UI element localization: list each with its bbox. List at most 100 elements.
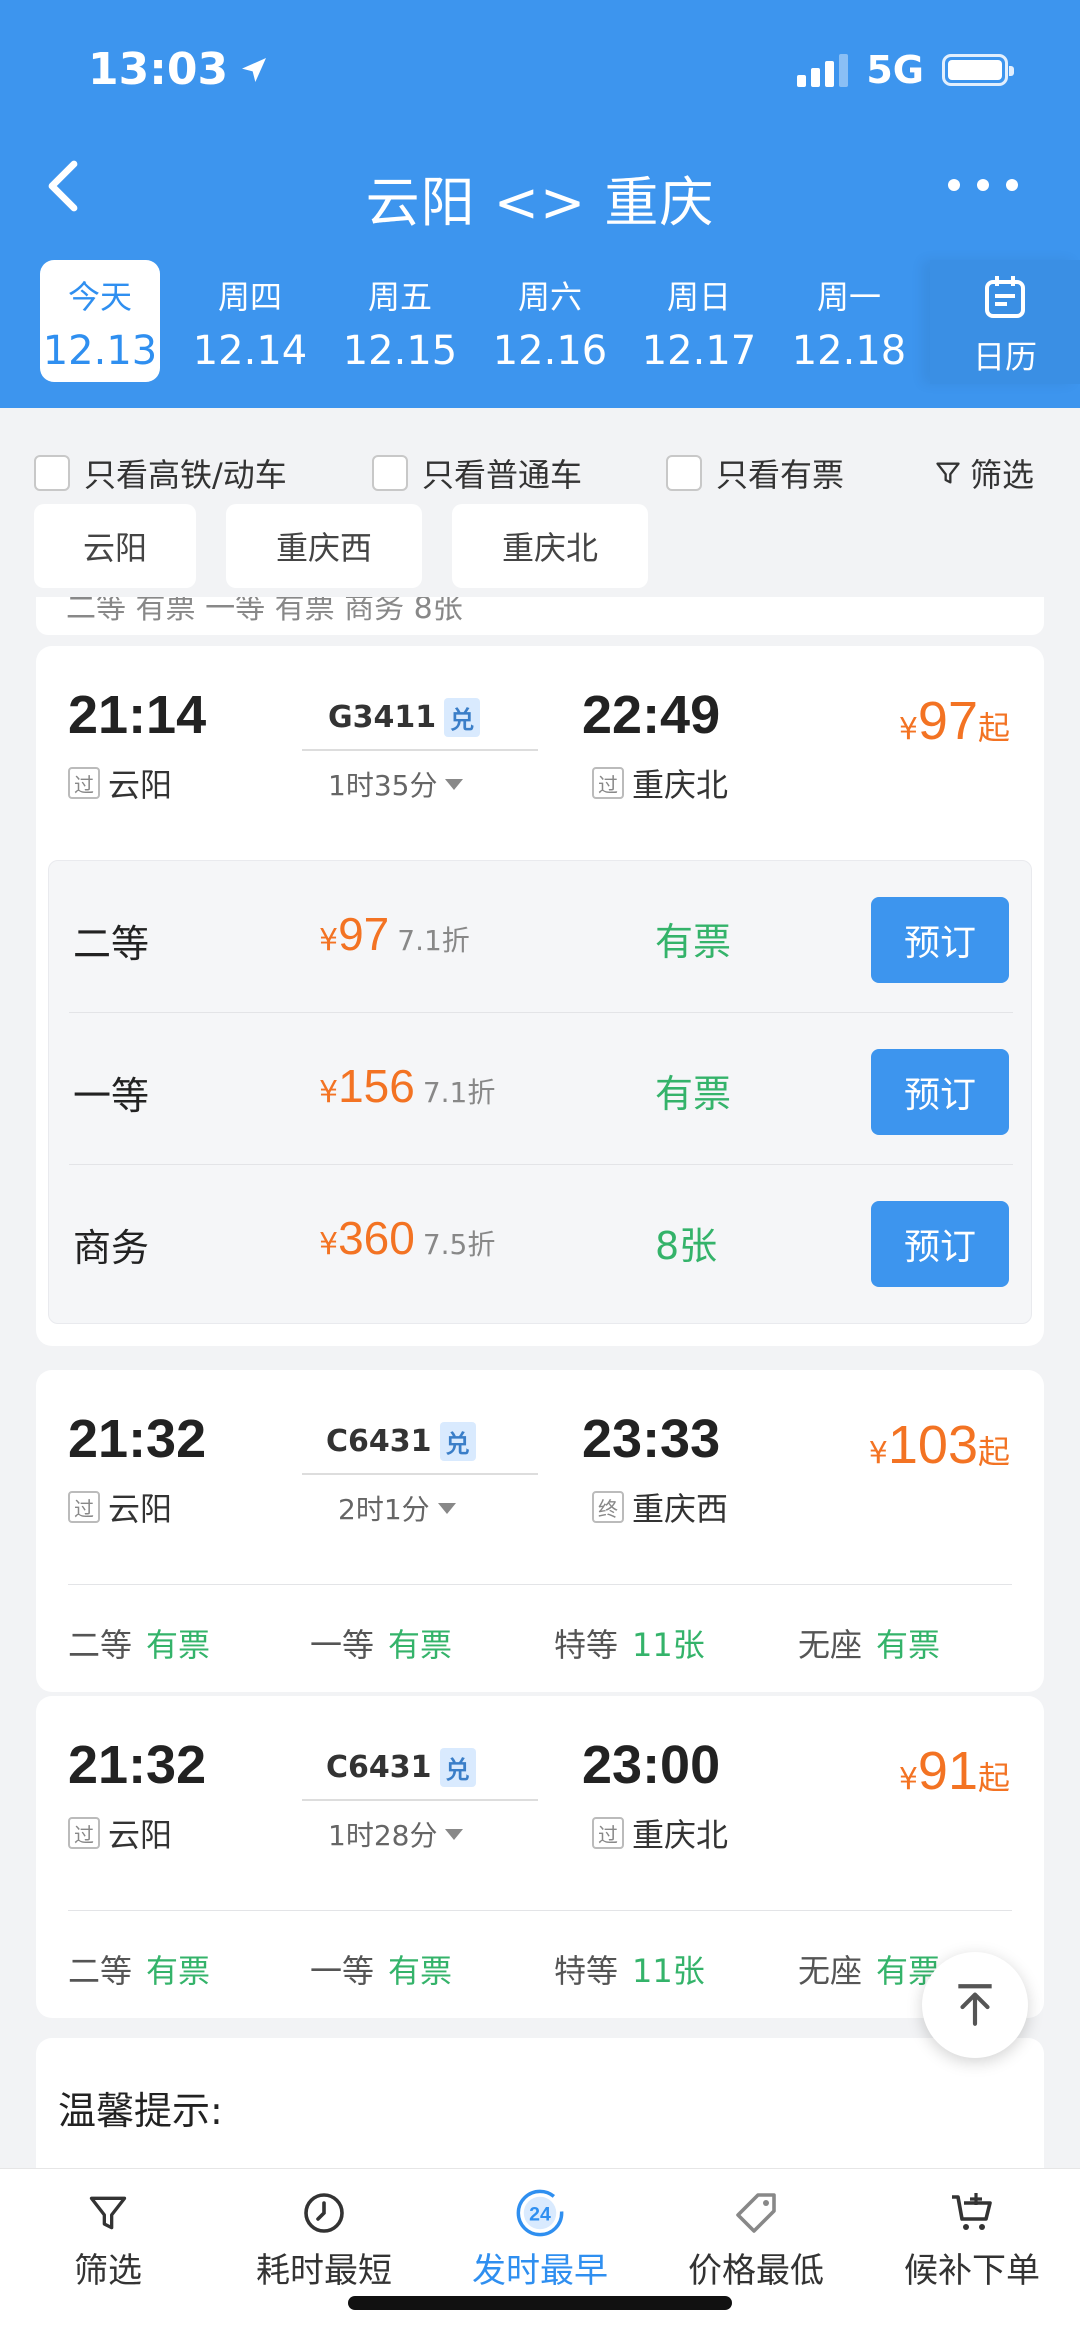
calendar-icon [985,276,1025,318]
train-card-c6431-a[interactable]: 21:32 过 云阳 C6431 兑 2时1分 23:33 终 重庆西 ¥ 10… [36,1370,1044,1692]
status-bar: 13:03 5G [0,40,1080,104]
checkbox[interactable] [372,455,408,491]
seat-price: ¥ 156 7.1折 [319,1059,495,1113]
seat-summary-item: 一等 有票 [310,1946,452,1992]
price-value: 103 [887,1415,978,1475]
checkbox[interactable] [666,455,702,491]
book-button[interactable]: 预订 [871,1201,1009,1287]
arrive-time: 22:49 [582,685,721,745]
min-price: ¥ 97 起 [899,690,1010,752]
duration-toggle[interactable]: 1时35分 [328,764,464,804]
duration-line [302,1473,538,1475]
seat-row-second: 二等 ¥ 97 7.1折 有票 预订 [69,861,1013,1013]
depart-time: 21:32 [68,1735,207,1795]
pass-tag: 过 [68,1491,100,1523]
station-name: 云阳 [108,1816,173,1854]
nav-waitlist[interactable]: 候补下单 [864,2183,1080,2292]
seat-name: 一等 [310,1626,375,1664]
seat-availability: 有票 [876,1626,941,1664]
battery-icon [942,54,1014,86]
date-tab-1[interactable]: 周四 12.14 [190,260,310,382]
checkbox[interactable] [34,455,70,491]
seat-name: 二等 [73,922,150,966]
seat-name: 特等 [554,1952,619,1990]
filter-link[interactable]: 筛选 [934,450,1034,496]
network-label: 5G [866,48,924,92]
train-number: C6431 兑 [326,1748,476,1787]
divider [68,1584,1012,1585]
status-time: 13:03 [88,44,270,95]
date-weekday: 周五 [367,278,432,316]
book-button[interactable]: 预订 [871,1049,1009,1135]
train-card-c6431-b[interactable]: 21:32 过 云阳 C6431 兑 1时28分 23:00 过 重庆北 ¥ 9… [36,1696,1044,2018]
duration-toggle[interactable]: 1时28分 [328,1814,464,1854]
date-tab-4[interactable]: 周日 12.17 [639,260,759,382]
seat-summary-item: 无座 有票 [798,1620,940,1666]
home-indicator [348,2296,732,2310]
nav-lowest-price[interactable]: 价格最低 [648,2183,864,2292]
date-tab-2[interactable]: 周五 12.15 [340,260,460,382]
price-suffix: 起 [977,1433,1010,1471]
arrive-station: 终 重庆西 [592,1484,728,1530]
pass-tag: 过 [592,1817,624,1849]
price-suffix: 起 [977,1759,1010,1797]
seat-name: 一等 [310,1952,375,1990]
price-value: 97 [338,908,390,960]
nav-bar: 云阳 <> 重庆 [0,150,1080,234]
duration-text: 1时35分 [328,769,438,802]
train-card-g3411[interactable]: 21:14 过 云阳 G3411 兑 1时35分 22:49 过 重庆北 ¥ 9… [36,646,1044,1346]
nav-shortest-time[interactable]: 耗时最短 [216,2183,432,2292]
depart-station: 过 云阳 [68,760,172,806]
filter-normal-train[interactable]: 只看普通车 [372,450,582,496]
header: 13:03 5G 云阳 <> 重庆 今天 12.13 周四 12.14 周五 1… [0,0,1080,408]
caret-down-icon [445,1828,464,1840]
station-chip-1[interactable]: 重庆西 [226,504,422,588]
price-value: 91 [917,1741,978,1801]
date-selector: 今天 12.13 周四 12.14 周五 12.15 周六 12.16 周日 1… [0,260,1080,384]
exchange-badge: 兑 [439,1422,476,1461]
train-number: C6431 兑 [326,1422,476,1461]
checkbox-label: 只看有票 [716,456,845,494]
calendar-button[interactable]: 日历 [930,260,1080,384]
date-tab-0[interactable]: 今天 12.13 [40,260,160,382]
signal-icon [797,53,849,87]
filter-icon [89,2196,127,2230]
date-tab-3[interactable]: 周六 12.16 [490,260,610,382]
tips-title: 温馨提示: [58,2089,223,2133]
caret-down-icon [437,1502,456,1514]
seat-price: ¥ 360 7.5折 [319,1211,495,1265]
seat-availability: 有票 [655,1072,732,1116]
date-value: 12.18 [791,328,907,374]
nav-label: 发时最早 [472,2251,608,2291]
seat-summary-item: 二等 有票 [68,1620,210,1666]
train-code: C6431 [326,1424,432,1459]
station-chip-2[interactable]: 重庆北 [452,504,648,588]
checkbox-label: 只看普通车 [422,456,583,494]
yen-sign: ¥ [319,923,339,958]
nav-filter[interactable]: 筛选 [0,2183,216,2292]
exchange-badge: 兑 [444,698,481,737]
station-chip-0[interactable]: 云阳 [34,504,196,588]
date-tab-5[interactable]: 周一 12.18 [789,260,909,382]
location-arrow-icon [242,57,267,82]
filter-available[interactable]: 只看有票 [666,450,844,496]
status-indicators: 5G [797,48,1014,92]
date-value: 12.16 [492,328,608,374]
seat-name: 无座 [798,1626,863,1664]
filter-high-speed[interactable]: 只看高铁/动车 [34,450,287,496]
date-weekday: 今天 [67,278,132,316]
duration-toggle[interactable]: 2时1分 [338,1488,456,1528]
discount: 7.1折 [422,1076,496,1109]
more-dot-icon [948,179,960,191]
scroll-to-top-button[interactable] [922,1952,1028,2058]
more-button[interactable] [948,160,1018,210]
seat-availability: 有票 [655,920,732,964]
clock-icon [304,2193,344,2233]
nav-label: 耗时最短 [256,2251,392,2291]
seat-summary-item: 二等 有票 [68,1946,210,1992]
book-button[interactable]: 预订 [871,897,1009,983]
date-value: 12.14 [192,328,308,374]
yen-sign: ¥ [319,1227,339,1262]
nav-earliest-depart[interactable]: 24 发时最早 [432,2183,648,2292]
seat-summary-item: 无座 有票 [798,1946,940,1992]
